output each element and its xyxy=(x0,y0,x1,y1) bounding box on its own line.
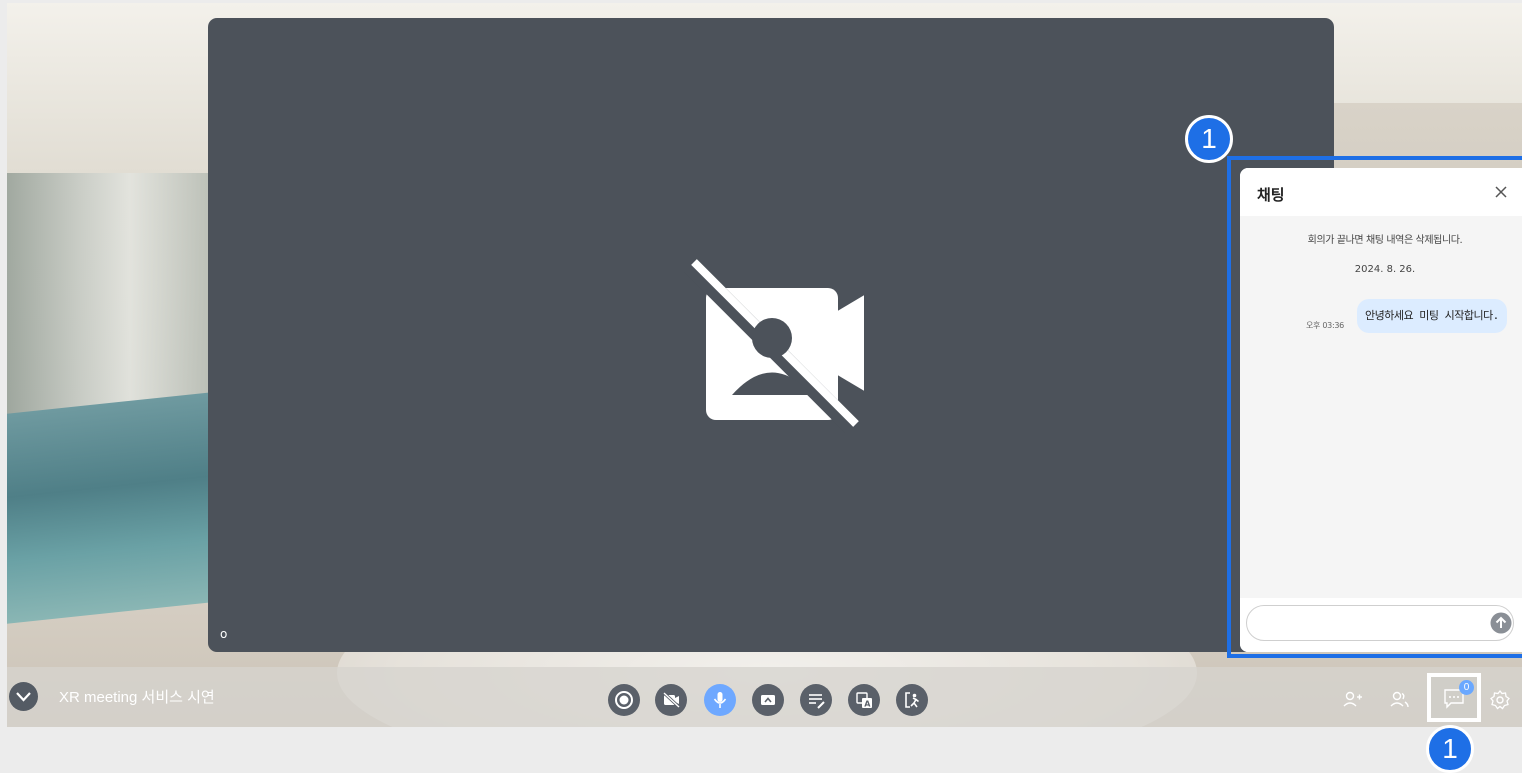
chevron-down-icon xyxy=(16,692,31,702)
camera-off-icon xyxy=(662,691,681,709)
chat-message-input[interactable] xyxy=(1246,605,1514,641)
chat-notice: 회의가 끝나면 채팅 내역은 삭제됩니다. xyxy=(1307,235,1463,246)
notes-button[interactable] xyxy=(800,684,832,716)
message-bubble: 안녕하세요 미팅 시작합니다. xyxy=(1357,299,1507,333)
chat-date: 2024. 8. 26. xyxy=(1354,264,1416,275)
notes-edit-icon xyxy=(809,694,825,709)
exit-icon xyxy=(905,692,919,708)
add-user-icon[interactable] xyxy=(1341,689,1363,711)
video-tile: o xyxy=(208,18,1334,652)
mic-toggle-button[interactable] xyxy=(704,684,736,716)
participant-name: o xyxy=(220,627,228,641)
background-window xyxy=(7,173,212,433)
record-button[interactable] xyxy=(608,684,640,716)
screen-share-icon xyxy=(761,695,775,705)
chat-panel: 채팅 회의가 끝나면 채팅 내역은 삭제됩니다. 2024. 8. 26. 오후… xyxy=(1240,168,1522,652)
chat-input-area xyxy=(1240,598,1522,652)
participants-icon[interactable] xyxy=(1388,689,1410,711)
chat-panel-highlight: 채팅 회의가 끝나면 채팅 내역은 삭제됩니다. 2024. 8. 26. 오후… xyxy=(1227,156,1522,658)
control-bar: XR meeting 서비스 시연 A 0 xyxy=(7,667,1522,727)
chat-button[interactable]: 0 xyxy=(1427,673,1481,722)
camera-off-icon xyxy=(683,258,864,434)
close-icon[interactable] xyxy=(1494,185,1508,199)
chat-title: 채팅 xyxy=(1257,186,1285,204)
svg-text:A: A xyxy=(864,700,871,709)
callout-marker-chat-button: 1 xyxy=(1426,725,1474,773)
gear-icon[interactable] xyxy=(1489,689,1511,711)
chat-header: 채팅 xyxy=(1240,168,1522,216)
send-icon[interactable] xyxy=(1490,612,1512,634)
collapse-button[interactable] xyxy=(9,682,38,711)
background-pool xyxy=(7,392,212,624)
chat-unread-badge: 0 xyxy=(1459,680,1474,695)
camera-toggle-button[interactable] xyxy=(655,684,687,716)
screen-share-button[interactable] xyxy=(752,684,784,716)
record-icon xyxy=(615,691,633,709)
meeting-title: XR meeting 서비스 시연 xyxy=(59,689,215,706)
message-time: 오후 03:36 xyxy=(1306,321,1344,330)
translate-button[interactable]: A xyxy=(848,684,880,716)
leave-button[interactable] xyxy=(896,684,928,716)
callout-marker-chat-panel: 1 xyxy=(1185,115,1233,163)
translate-icon: A xyxy=(856,692,872,709)
mic-icon xyxy=(713,692,727,708)
